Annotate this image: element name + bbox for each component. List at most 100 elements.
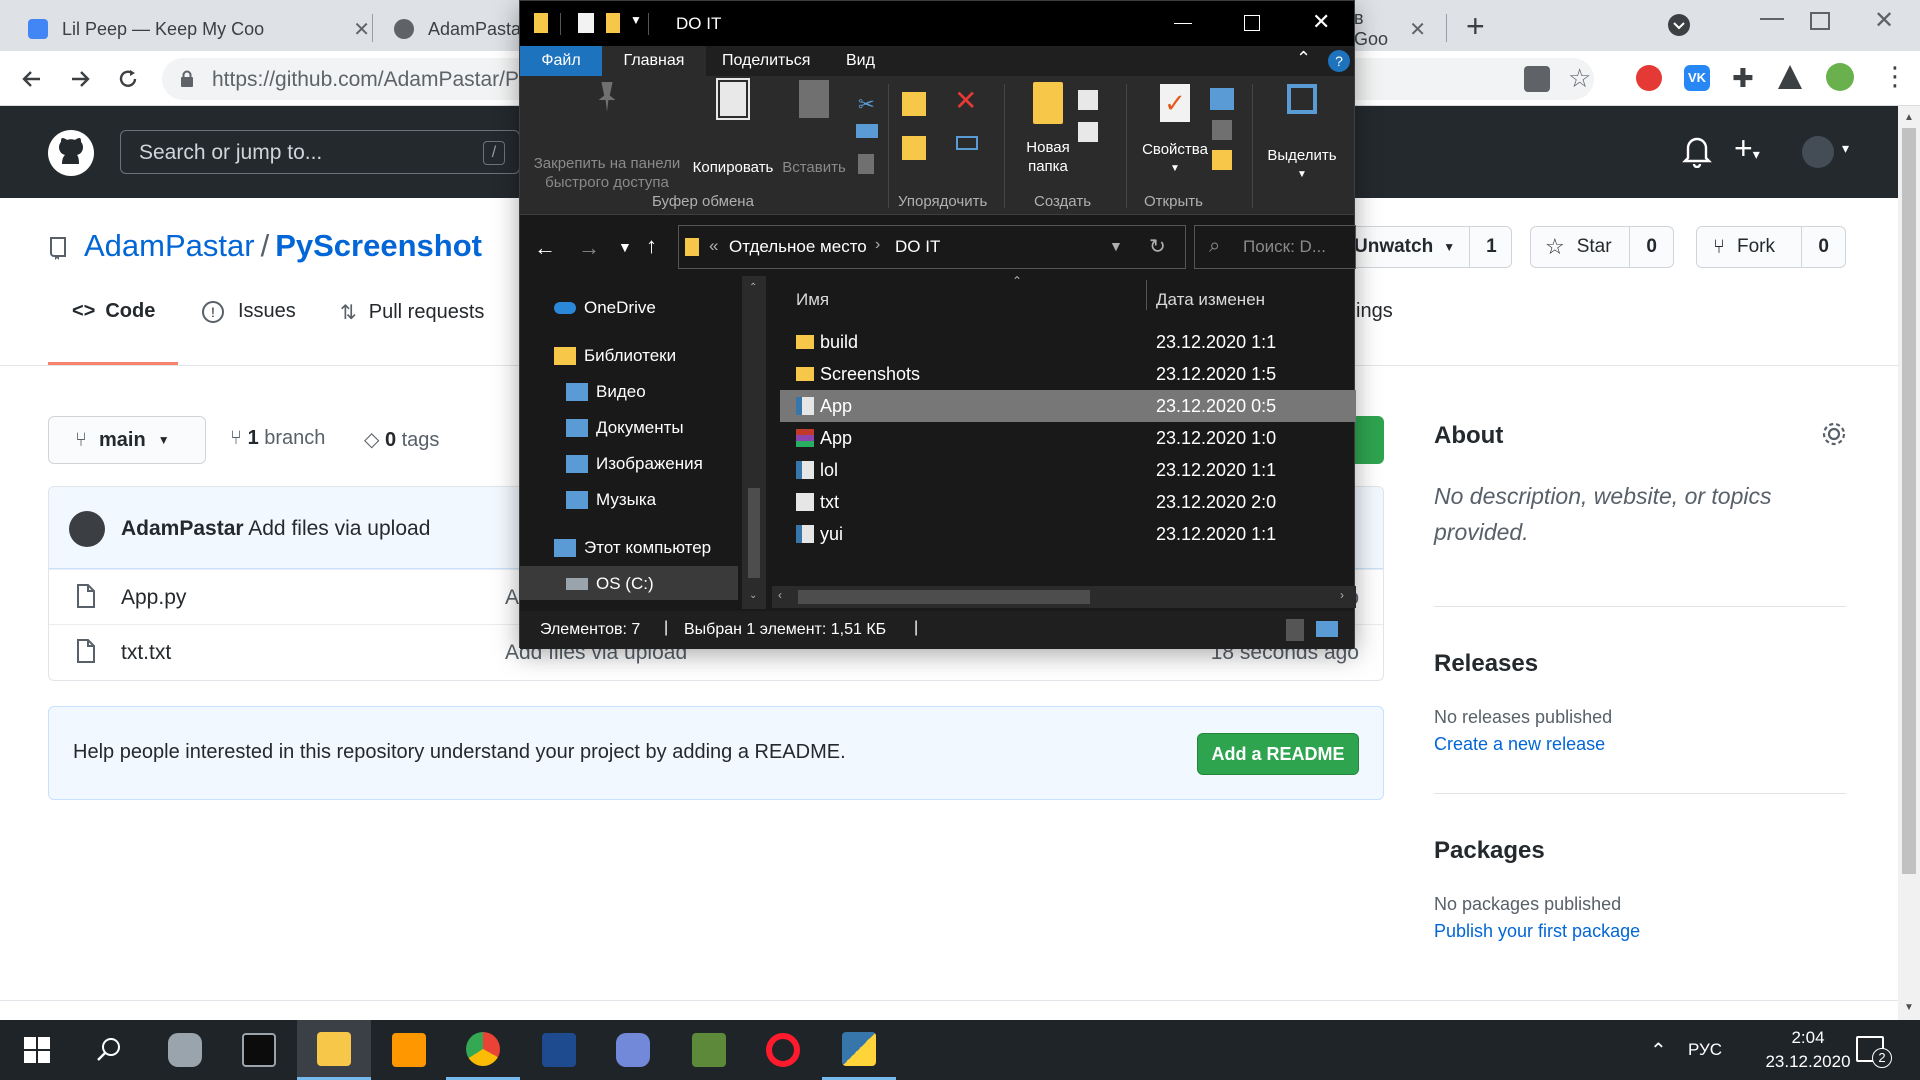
close-tab-icon[interactable]: ✕ — [1409, 17, 1426, 42]
scroll-up-icon[interactable]: ⌃ — [749, 282, 757, 293]
nav-item-this-pc[interactable]: Этот компьютер — [554, 538, 711, 558]
browser-tab[interactable]: Lil Peep — Keep My Coo ✕ — [14, 7, 384, 51]
up-icon[interactable]: ↑ — [646, 233, 657, 259]
avatar-dropdown-icon[interactable]: ▾ — [1842, 140, 1849, 157]
list-item-selected[interactable]: App 23.12.2020 0:5 — [780, 390, 1356, 422]
list-item[interactable]: build 23.12.2020 1:1 — [780, 326, 1356, 358]
gear-icon[interactable] — [1820, 420, 1848, 448]
easy-access-icon[interactable] — [1078, 122, 1098, 142]
move-to-icon[interactable] — [902, 92, 926, 116]
list-item[interactable]: App 23.12.2020 1:0 — [780, 422, 1356, 454]
browser-tab[interactable]: AdamPastar — [380, 7, 527, 51]
taskbar-app[interactable] — [746, 1020, 820, 1080]
author-avatar[interactable] — [69, 511, 105, 547]
history-icon[interactable] — [1212, 150, 1232, 170]
breadcrumb-overflow[interactable]: « — [709, 236, 718, 256]
clock[interactable]: 2:04 23.12.2020 — [1756, 1026, 1860, 1074]
unwatch-button[interactable]: Unwatch ▼ 1 — [1354, 226, 1512, 268]
reload-icon[interactable] — [112, 63, 144, 95]
new-item-icon[interactable] — [1078, 90, 1098, 110]
action-center-icon[interactable]: 2 — [1856, 1036, 1892, 1068]
help-icon[interactable]: ? — [1328, 50, 1350, 72]
taskbar-app[interactable] — [148, 1020, 222, 1080]
file-name-link[interactable]: txt.txt — [121, 641, 171, 665]
add-readme-button[interactable]: Add a README — [1197, 733, 1359, 775]
search-taskbar-button[interactable] — [72, 1020, 146, 1080]
nav-item-video[interactable]: Видео — [566, 382, 646, 402]
commit-message-link[interactable]: Add files via upload — [248, 517, 430, 540]
open-icon[interactable] — [1210, 88, 1234, 110]
restore-icon[interactable] — [1810, 12, 1830, 30]
github-logo-icon[interactable] — [48, 130, 94, 176]
scroll-up-icon[interactable]: ▲ — [1904, 112, 1914, 123]
commit-author-link[interactable]: AdamPastar — [121, 517, 244, 540]
nav-scrollbar[interactable]: ⌃ ⌄ — [742, 276, 766, 609]
column-date[interactable]: Дата изменен — [1156, 290, 1265, 310]
address-bar[interactable]: « Отдельное место › DO IT ▼ ↻ — [678, 225, 1186, 269]
new-tab-button[interactable]: + — [1466, 8, 1485, 45]
tab-home[interactable]: Главная — [602, 46, 706, 76]
back-icon[interactable] — [16, 63, 48, 95]
address-dropdown-icon[interactable]: ▼ — [1109, 238, 1123, 254]
extensions-puzzle-icon[interactable]: ✚ — [1732, 63, 1754, 94]
qat-dropdown-icon[interactable]: ▼ — [630, 13, 642, 27]
tab-search-icon[interactable] — [1668, 14, 1690, 36]
list-item[interactable]: yui 23.12.2020 1:1 — [780, 518, 1356, 550]
nav-item-music[interactable]: Музыка — [566, 490, 656, 510]
labs-flask-icon[interactable] — [1778, 65, 1802, 89]
create-release-link[interactable]: Create a new release — [1434, 734, 1605, 755]
copy-button[interactable]: Копировать — [688, 78, 778, 177]
minimize-icon[interactable] — [1174, 23, 1192, 24]
branch-select-button[interactable]: ⑂ main ▼ — [48, 416, 206, 464]
minimize-icon[interactable] — [1760, 18, 1784, 20]
new-folder-qat-icon[interactable] — [606, 13, 620, 33]
page-scrollbar[interactable]: ▲ ▼ — [1898, 106, 1920, 1020]
taskbar-app[interactable] — [822, 1020, 896, 1080]
properties-qat-icon[interactable] — [578, 13, 594, 33]
tab-share[interactable]: Поделиться — [722, 52, 810, 70]
tab-settings[interactable]: ings — [1356, 300, 1393, 323]
close-window-icon[interactable]: ✕ — [1874, 6, 1894, 35]
paste-button[interactable]: Вставить — [778, 80, 850, 177]
paste-shortcut-icon[interactable] — [858, 154, 874, 174]
repo-owner-link[interactable]: AdamPastar — [84, 228, 255, 263]
tags-link[interactable]: ◇ 0 tags — [364, 427, 439, 452]
copy-path-icon[interactable] — [856, 124, 878, 138]
packages-heading[interactable]: Packages — [1434, 837, 1545, 865]
translate-icon[interactable] — [1524, 66, 1550, 92]
delete-icon[interactable]: ✕ — [954, 84, 977, 117]
profile-avatar-icon[interactable] — [1826, 63, 1854, 91]
breadcrumb-segment[interactable]: DO IT — [895, 237, 940, 257]
pin-quick-access-button[interactable]: Закрепить на панели быстрого доступа — [528, 82, 686, 192]
star-button[interactable]: ☆ Star 0 — [1530, 226, 1674, 268]
branches-link[interactable]: ⑂ 1 branch — [230, 427, 325, 450]
taskbar-app[interactable] — [446, 1020, 520, 1080]
column-name[interactable]: Имя — [796, 290, 829, 310]
explorer-search-input[interactable]: ⌕ Поиск: D... — [1194, 225, 1356, 269]
recent-locations-icon[interactable]: ▼ — [618, 239, 632, 255]
close-icon[interactable]: ✕ — [1312, 9, 1330, 35]
publish-package-link[interactable]: Publish your first package — [1434, 921, 1640, 942]
notifications-bell-icon[interactable] — [1682, 134, 1712, 169]
nav-item-images[interactable]: Изображения — [566, 454, 703, 474]
maximize-icon[interactable] — [1244, 15, 1260, 31]
nav-item-documents[interactable]: Документы — [566, 418, 684, 438]
forward-icon[interactable]: → — [578, 235, 600, 261]
taskbar-app[interactable] — [522, 1020, 596, 1080]
github-search-input[interactable]: Search or jump to... / — [120, 130, 520, 174]
properties-button[interactable]: ✓ Свойства ▼ — [1130, 84, 1220, 178]
rename-icon[interactable] — [956, 136, 978, 150]
vk-extension-icon[interactable]: VK — [1684, 65, 1710, 91]
taskbar-app[interactable] — [672, 1020, 746, 1080]
details-view-icon[interactable] — [1286, 619, 1304, 641]
taskbar-app[interactable] — [372, 1020, 446, 1080]
back-icon[interactable]: ← — [534, 235, 556, 261]
user-avatar[interactable] — [1802, 136, 1834, 168]
nav-item-libraries[interactable]: Библиотеки — [554, 346, 676, 366]
horizontal-scrollbar-thumb[interactable] — [798, 590, 1090, 604]
new-folder-button[interactable]: Новая папка — [1008, 82, 1088, 176]
file-commit-message[interactable]: A — [505, 586, 519, 610]
scroll-left-icon[interactable]: ‹ — [778, 588, 782, 602]
extension-red-icon[interactable] — [1636, 65, 1662, 91]
file-name-link[interactable]: App.py — [121, 586, 186, 610]
